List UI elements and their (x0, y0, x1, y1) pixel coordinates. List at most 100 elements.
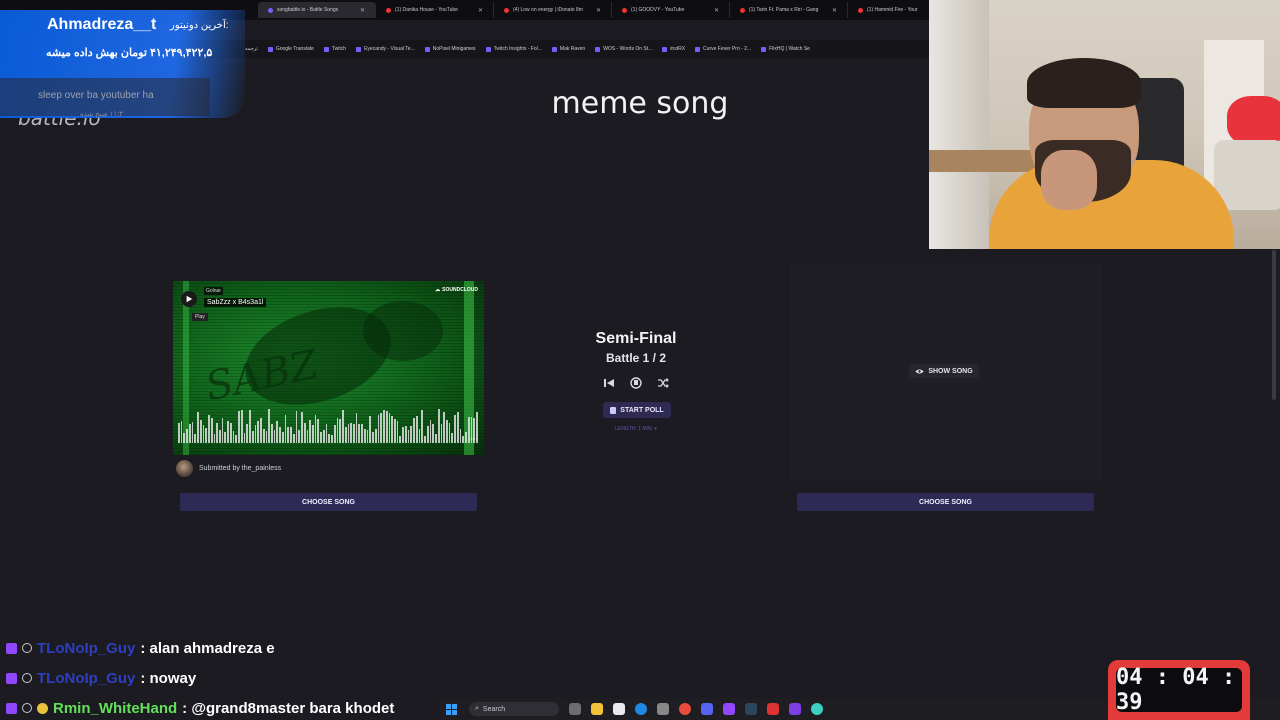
waveform-bar (273, 429, 276, 443)
discord-icon[interactable] (701, 703, 713, 715)
tab-songbattle[interactable]: songbattle.io - Battle Songs ✕ (258, 2, 376, 18)
eye-icon (915, 368, 924, 374)
artist-name[interactable]: Golnar (204, 287, 224, 295)
store-icon[interactable] (613, 703, 625, 715)
close-tab-icon[interactable]: ✕ (714, 7, 719, 14)
waveform-bar (366, 429, 369, 443)
page-scrollbar[interactable] (1272, 250, 1276, 400)
waveform-bar (350, 422, 352, 443)
round-title: Semi-Final (595, 330, 677, 347)
waveform-bar (383, 410, 385, 443)
bookmark-item[interactable]: Google Translate (267, 46, 314, 52)
waveform-bar (339, 418, 342, 443)
edge-icon[interactable] (635, 703, 647, 715)
waveform-bar (399, 435, 402, 443)
submitter: Submitted by the_painless (176, 460, 281, 477)
song-card-left[interactable]: SABZ Play Golnar SabZzz x B4s3a1l ☁ SOUND… (173, 281, 484, 455)
waveform-bar (311, 425, 314, 443)
waveform-bar (331, 434, 333, 443)
tab-youtube-3[interactable]: (1) GOODVY - YouTube ✕ (612, 2, 730, 18)
bookmark-icon (267, 46, 273, 52)
tab-youtube-1[interactable]: (1) Danika House - YouTube ✕ (376, 2, 494, 18)
waveform-bar (254, 424, 257, 443)
close-tab-icon[interactable]: ✕ (832, 7, 837, 14)
track-duration: 2:14 (470, 436, 478, 441)
waveform-bar (238, 410, 240, 443)
search-icon: ⌕ (475, 705, 479, 712)
chat-username: TLoNoIp_Guy (37, 639, 136, 657)
play-button[interactable] (181, 291, 197, 307)
previous-button[interactable] (601, 375, 617, 391)
close-tab-icon[interactable]: ✕ (596, 7, 601, 14)
chrome-icon[interactable] (679, 703, 691, 715)
bookmark-item[interactable]: NoPixel Minigames (424, 46, 476, 52)
tab-youtube-4[interactable]: (1) Tarin Ft. Pama x Riri - Gang ✕ (730, 2, 848, 18)
length-select[interactable]: LENGTH: 1 MIN. ▾ (560, 426, 712, 432)
show-song-button[interactable]: SHOW SONG (909, 364, 979, 378)
bookmark-label: FlixHQ | Watch Se (769, 46, 810, 52)
waveform-bar (290, 426, 292, 443)
waveform[interactable] (178, 409, 478, 443)
tab-youtube-2[interactable]: (4) Low on energy | iDonate 8m ✕ (494, 2, 612, 18)
close-tab-icon[interactable]: ✕ (360, 7, 365, 14)
twitch-icon[interactable] (723, 703, 735, 715)
bookmark-item[interactable]: Twitch Insights - Fol... (485, 46, 542, 52)
waveform-bar (342, 410, 344, 443)
track-title[interactable]: SabZzz x B4s3a1l (204, 298, 267, 307)
badge-icon (22, 703, 32, 713)
taskbar-search[interactable]: ⌕ Search (469, 702, 559, 716)
waveform-bar (404, 426, 407, 443)
donor-tag: آخرین دونیتور: (170, 20, 229, 31)
bookmark-item[interactable]: WOS - Words On St... (595, 46, 652, 52)
waveform-bar (295, 411, 298, 443)
waveform-bar (437, 409, 440, 443)
avatar (176, 460, 193, 477)
show-song-label: SHOW SONG (928, 367, 973, 375)
bookmark-item[interactable]: ترجمه (245, 46, 258, 52)
steam-icon[interactable] (745, 703, 757, 715)
vote-button[interactable] (628, 375, 644, 391)
waveform-bar (197, 412, 199, 443)
skip-back-icon (604, 379, 614, 387)
tab-favicon (386, 7, 391, 13)
waveform-bar (279, 427, 281, 443)
chat-message: TLoNoIp_Guy : noway (6, 663, 446, 693)
app-icon[interactable] (811, 703, 823, 715)
choose-song-left-button[interactable]: CHOOSE SONG (180, 493, 477, 511)
bookmark-item[interactable]: Curve Fever Pro - 2... (695, 46, 751, 52)
search-label: Search (482, 705, 506, 713)
bookmark-label: Google Translate (275, 46, 314, 52)
app-icon[interactable] (767, 703, 779, 715)
tab-label: (1) Tarin Ft. Pama x Riri - Gang (749, 7, 819, 13)
waveform-bar (221, 417, 224, 443)
chat-text: : alan ahmadreza e (140, 639, 275, 657)
start-poll-button[interactable]: START POLL (603, 402, 671, 418)
waveform-bar (402, 427, 404, 443)
file-explorer-icon[interactable] (591, 703, 603, 715)
bookmark-item[interactable]: Eyecandy - Visual Te... (356, 46, 415, 52)
bookmark-icon (356, 46, 362, 52)
bookmark-item[interactable]: instRX (662, 46, 685, 52)
bookmark-item[interactable]: Twitch (323, 46, 346, 52)
app-icon[interactable] (789, 703, 801, 715)
shuffle-icon (658, 378, 669, 388)
soundcloud-logo[interactable]: ☁ SOUNDCLOUD (435, 287, 478, 293)
settings-icon[interactable] (657, 703, 669, 715)
donation-amount: ۴۱,۲۴۹,۴۲۲,۵ تومان بهش داده میشه (46, 47, 213, 59)
windows-start-icon[interactable] (446, 703, 457, 715)
task-view-icon[interactable] (569, 703, 581, 715)
close-tab-icon[interactable]: ✕ (478, 7, 483, 14)
play-icon (186, 295, 193, 303)
badge-icon (6, 702, 17, 714)
waveform-bar (292, 434, 295, 443)
waveform-bar (229, 422, 232, 443)
poll-icon (610, 406, 617, 414)
bookmark-item[interactable]: FlixHQ | Watch Se (761, 46, 810, 52)
bookmark-item[interactable]: Mak Raven (551, 46, 585, 52)
waveform-bar (240, 409, 243, 443)
waveform-bar (451, 432, 454, 443)
shuffle-button[interactable] (655, 375, 671, 391)
bookmark-label: NoPixel Minigames (432, 46, 476, 52)
waveform-bar (410, 425, 413, 443)
choose-song-right-button[interactable]: CHOOSE SONG (797, 493, 1094, 511)
